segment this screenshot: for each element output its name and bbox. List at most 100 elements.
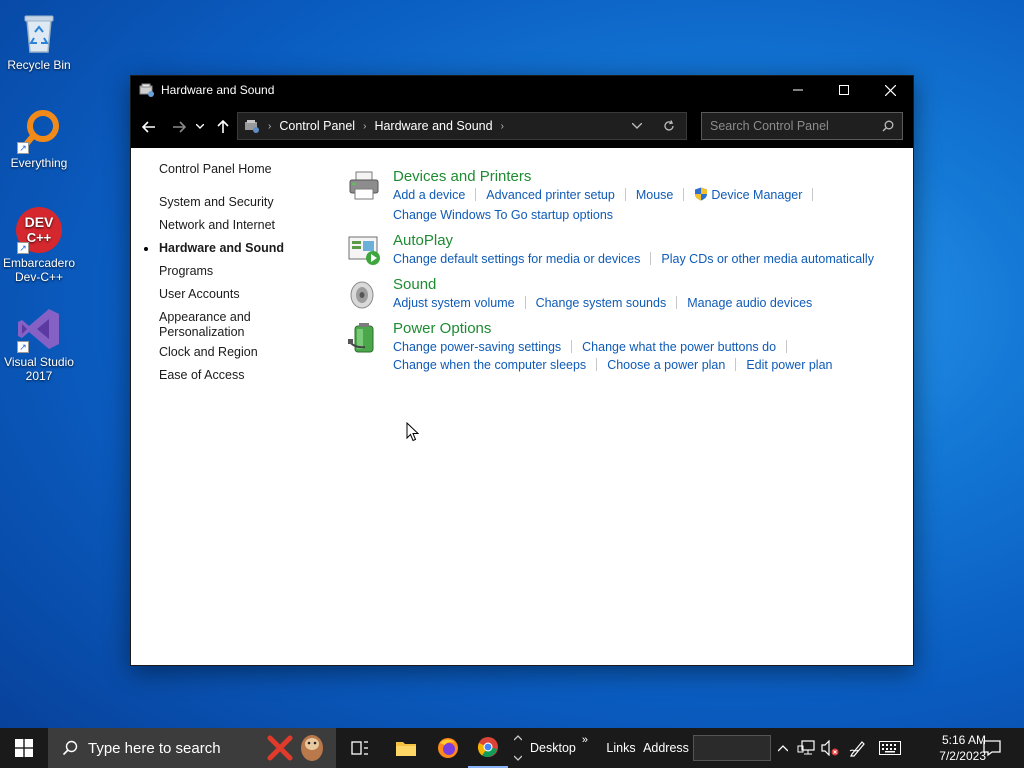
desktop-icon-visual-studio[interactable]: ↗ Visual Studio 2017: [0, 305, 78, 383]
recycle-bin-label: Recycle Bin: [7, 58, 71, 72]
breadcrumb-hardware-and-sound[interactable]: Hardware and Sound: [374, 119, 492, 133]
address-toolbar-input[interactable]: [693, 735, 771, 761]
sidebar-item-control-panel-home[interactable]: Control Panel Home: [159, 162, 309, 177]
sidebar-item-programs[interactable]: Programs: [159, 264, 309, 279]
chrome-icon: [477, 737, 498, 757]
shortcut-arrow-icon: ↗: [17, 341, 29, 353]
desktop-toolbar-label: Desktop: [530, 741, 576, 755]
link-change-sleep[interactable]: Change when the computer sleeps: [393, 356, 586, 374]
sidebar-item-ease-of-access[interactable]: Ease of Access: [159, 368, 309, 383]
link-separator: [735, 358, 737, 371]
desktop-icon-recycle-bin[interactable]: Recycle Bin: [0, 8, 78, 72]
breadcrumb-separator-icon: ›: [268, 120, 272, 132]
taskbar-search-box[interactable]: Type here to search: [48, 728, 336, 768]
link-separator: [786, 340, 788, 353]
link-change-default-media-settings[interactable]: Change default settings for media or dev…: [393, 250, 640, 268]
visual-studio-icon: ↗: [15, 305, 63, 353]
sidebar-item-clock-and-region[interactable]: Clock and Region: [159, 345, 309, 360]
keyboard-icon: [879, 741, 901, 755]
action-center-button[interactable]: [978, 728, 1006, 768]
windows-logo-icon: [15, 739, 33, 757]
chevron-down-icon: [514, 755, 522, 761]
link-change-power-buttons[interactable]: Change what the power buttons do: [582, 338, 776, 356]
firefox-button[interactable]: [428, 728, 468, 768]
link-device-manager[interactable]: Device Manager: [711, 186, 802, 204]
address-dropdown-button[interactable]: [622, 123, 652, 129]
visual-studio-label-line1: Visual Studio: [4, 355, 74, 369]
link-choose-power-plan[interactable]: Choose a power plan: [607, 356, 725, 374]
links-toolbar[interactable]: Links: [604, 728, 638, 768]
search-icon[interactable]: [874, 120, 902, 132]
sidebar: Control Panel Home System and Security N…: [144, 162, 309, 391]
chevron-up-icon: [514, 735, 522, 741]
breadcrumb-separator-icon: ›: [363, 120, 367, 132]
taskbar: Type here to search Desktop » Links Addr…: [0, 728, 1024, 768]
network-icon: [797, 740, 815, 755]
up-button[interactable]: [213, 117, 233, 137]
search-control-panel-input[interactable]: Search Control Panel: [701, 112, 903, 140]
network-tray-button[interactable]: [795, 728, 817, 768]
back-button[interactable]: [139, 117, 159, 137]
desktop-toolbar[interactable]: Desktop »: [530, 728, 588, 768]
category-title[interactable]: Sound: [393, 276, 903, 294]
link-separator: [524, 296, 526, 309]
task-view-button[interactable]: [340, 728, 380, 768]
link-separator: [475, 188, 477, 201]
toolbar-chevron-icon[interactable]: »: [582, 734, 588, 746]
volume-tray-button[interactable]: [819, 728, 841, 768]
forward-button[interactable]: [169, 117, 189, 137]
desktop-icon-devcpp[interactable]: DEV C++ ↗ Embarcadero Dev-C++: [0, 206, 78, 284]
pen-icon: [849, 741, 865, 757]
minimize-icon: [793, 89, 803, 91]
minimize-button[interactable]: [775, 76, 821, 104]
category-title[interactable]: Power Options: [393, 320, 903, 338]
shortcut-arrow-icon: ↗: [17, 142, 29, 154]
search-icon: [62, 740, 78, 756]
link-mouse[interactable]: Mouse: [636, 186, 674, 204]
arrow-up-icon: [217, 120, 229, 133]
search-highlight-icon: [266, 734, 328, 765]
address-box[interactable]: › Control Panel › Hardware and Sound ›: [237, 112, 687, 140]
sidebar-item-network-and-internet[interactable]: Network and Internet: [159, 218, 309, 233]
link-play-cds-automatically[interactable]: Play CDs or other media automatically: [661, 250, 874, 268]
link-separator: [812, 188, 814, 201]
link-separator: [650, 252, 652, 265]
link-add-a-device[interactable]: Add a device: [393, 186, 465, 204]
refresh-button[interactable]: [652, 120, 686, 132]
sidebar-item-user-accounts[interactable]: User Accounts: [159, 287, 309, 302]
chevron-down-icon: [632, 123, 642, 129]
link-change-system-sounds[interactable]: Change system sounds: [536, 294, 667, 312]
file-explorer-button[interactable]: [386, 728, 426, 768]
recent-locations-button[interactable]: [193, 117, 207, 137]
link-separator: [676, 296, 678, 309]
sidebar-item-system-and-security[interactable]: System and Security: [159, 195, 309, 210]
category-title[interactable]: Devices and Printers: [393, 168, 903, 186]
category-title[interactable]: AutoPlay: [393, 232, 903, 250]
maximize-button[interactable]: [821, 76, 867, 104]
show-hidden-icons-button[interactable]: [775, 728, 791, 768]
link-edit-power-plan[interactable]: Edit power plan: [746, 356, 832, 374]
link-change-windows-to-go[interactable]: Change Windows To Go startup options: [393, 206, 613, 224]
link-adjust-system-volume[interactable]: Adjust system volume: [393, 294, 515, 312]
category-list: Devices and Printers Add a device Advance…: [347, 168, 903, 382]
control-panel-icon: [139, 82, 155, 98]
start-button[interactable]: [0, 728, 48, 768]
link-change-power-saving[interactable]: Change power-saving settings: [393, 338, 561, 356]
taskbar-search-placeholder: Type here to search: [88, 739, 221, 757]
taskbar-scroll-buttons[interactable]: [510, 728, 526, 768]
desktop-icon-everything[interactable]: ↗ Everything: [0, 106, 78, 170]
close-button[interactable]: [867, 76, 913, 104]
touch-keyboard-button[interactable]: [876, 728, 904, 768]
breadcrumb-control-panel[interactable]: Control Panel: [279, 119, 355, 133]
link-advanced-printer-setup[interactable]: Advanced printer setup: [486, 186, 615, 204]
link-separator: [571, 340, 573, 353]
chrome-button[interactable]: [468, 728, 508, 768]
mouse-cursor-icon: [406, 421, 420, 445]
link-manage-audio-devices[interactable]: Manage audio devices: [687, 294, 812, 312]
pen-tray-button[interactable]: [846, 728, 870, 768]
sidebar-item-appearance[interactable]: Appearance and Personalization: [159, 310, 309, 340]
sidebar-item-hardware-and-sound[interactable]: Hardware and Sound: [144, 241, 309, 256]
category-sound: Sound Adjust system volume Change system …: [347, 276, 903, 312]
title-bar[interactable]: Hardware and Sound: [131, 76, 913, 104]
control-panel-window: Hardware and Sound › Control Panel › Har…: [130, 75, 914, 666]
